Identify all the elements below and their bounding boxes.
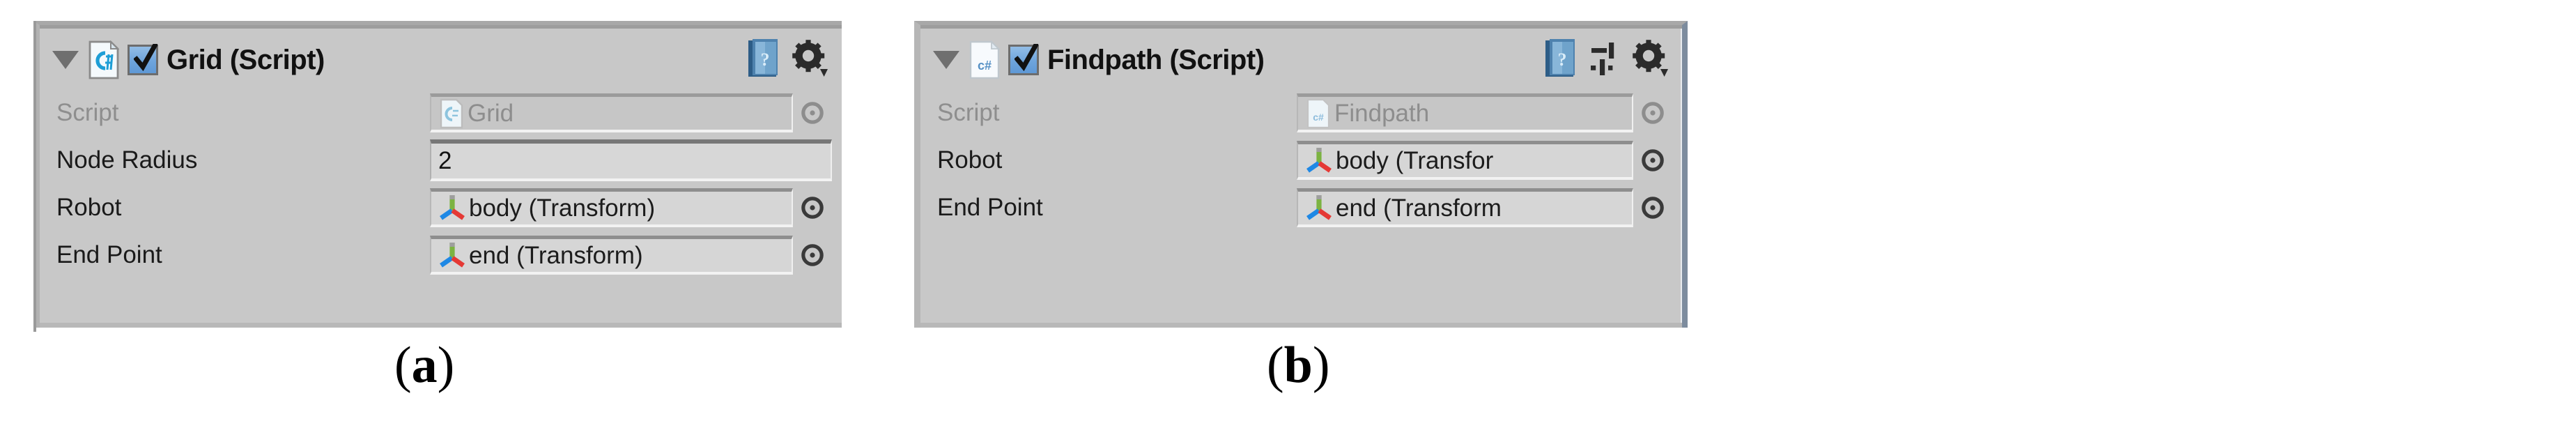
object-picker-button[interactable] [793, 243, 832, 267]
object-field-value: Findpath [1334, 99, 1430, 127]
object-picker-button[interactable] [793, 196, 832, 220]
property-label: Robot [937, 146, 1003, 174]
inspector-component-findpath: c# Findpath (Script) ? Script c# Findpat… [914, 21, 1688, 328]
object-picker-button[interactable] [1633, 101, 1672, 125]
panel-bottom-divider [920, 323, 1682, 328]
help-book-icon[interactable]: ? [1541, 38, 1578, 79]
help-book-icon[interactable]: ? [744, 38, 780, 79]
svg-text:c#: c# [978, 59, 992, 72]
property-field-area: end (Transform [1297, 187, 1672, 229]
figure-caption-a: (a) [394, 336, 454, 395]
csharp-script-icon: c# [969, 40, 1000, 79]
component-header-findpath[interactable]: c# Findpath (Script) ? [920, 25, 1682, 89]
object-field-script[interactable]: Grid [430, 93, 793, 132]
object-picker-button[interactable] [1633, 148, 1672, 172]
csharp-script-icon [88, 40, 119, 79]
foldout-triangle-icon[interactable] [933, 51, 959, 69]
figure-panels-row: Grid (Script) ? Script Grid Node Radius … [0, 0, 2576, 428]
property-label: End Point [56, 241, 162, 268]
object-field-end-point[interactable]: end (Transform [1297, 188, 1633, 227]
node-radius-value: 2 [438, 147, 452, 174]
component-title: Findpath (Script) [1047, 44, 1265, 75]
transform-gizmo-icon [437, 194, 468, 223]
component-title: Grid (Script) [167, 44, 325, 75]
component-enabled-checkbox[interactable] [1008, 44, 1039, 75]
property-row-node-radius: Node Radius 2 [40, 137, 842, 184]
figure-caption-b: (b) [1267, 336, 1329, 395]
svg-text:?: ? [761, 49, 770, 70]
component-header-grid[interactable]: Grid (Script) ? [40, 25, 842, 89]
property-field-area: Grid [430, 92, 832, 134]
svg-text:?: ? [1558, 49, 1567, 70]
node-radius-input[interactable]: 2 [430, 139, 832, 181]
object-picker-button[interactable] [1633, 196, 1672, 220]
object-field-script[interactable]: c# Findpath [1297, 93, 1633, 132]
object-field-value: body (Transform) [469, 194, 656, 222]
object-field-value: end (Transform) [469, 241, 643, 269]
property-field-area: body (Transform) [430, 187, 832, 229]
property-label: Robot [56, 194, 122, 221]
property-field-area: 2 [430, 139, 832, 181]
object-field-end-point[interactable]: end (Transform) [430, 236, 793, 275]
object-field-robot[interactable]: body (Transfor [1297, 141, 1633, 180]
property-row-script: Script c# Findpath [920, 89, 1682, 137]
inspector-component-grid: Grid (Script) ? Script Grid Node Radius … [33, 21, 842, 332]
transform-gizmo-icon [1304, 194, 1334, 223]
object-field-value: end (Transform [1336, 194, 1502, 222]
property-label: End Point [937, 194, 1043, 221]
csharp-script-icon [440, 98, 463, 129]
component-settings-gear-icon[interactable] [1632, 39, 1669, 78]
panel-bottom-divider [40, 323, 842, 328]
object-field-robot[interactable]: body (Transform) [430, 188, 793, 227]
property-row-end-point: End Point end (Transform) [40, 231, 842, 279]
caption-letter: b [1283, 337, 1313, 394]
transform-gizmo-icon [437, 241, 468, 270]
property-field-area: end (Transform) [430, 234, 832, 276]
property-label: Script [937, 99, 1000, 126]
property-row-end-point: End Point end (Transform [920, 184, 1682, 231]
panel-findpath-wrapper: c# Findpath (Script) ? Script c# Findpat… [914, 21, 1688, 328]
component-settings-gear-icon[interactable] [792, 39, 829, 78]
caption-paren-open: ( [394, 337, 412, 394]
property-field-area: body (Transfor [1297, 139, 1672, 181]
preset-sliders-icon[interactable] [1589, 40, 1621, 77]
object-field-value: Grid [468, 99, 514, 127]
object-picker-button[interactable] [793, 101, 832, 125]
object-field-value: body (Transfor [1336, 146, 1494, 174]
caption-paren-open: ( [1267, 337, 1284, 394]
foldout-triangle-icon[interactable] [52, 51, 79, 69]
property-label: Script [56, 99, 119, 126]
svg-text:c#: c# [1313, 112, 1324, 123]
header-actions-group: ? [744, 38, 829, 79]
caption-paren-close: ) [1312, 337, 1330, 394]
property-row-script: Script Grid [40, 89, 842, 137]
caption-paren-close: ) [437, 337, 455, 394]
property-label: Node Radius [56, 146, 198, 174]
property-row-robot: Robot body (Transfor [920, 137, 1682, 184]
panel-grid-wrapper: Grid (Script) ? Script Grid Node Radius … [33, 21, 842, 332]
header-actions-group: ? [1541, 38, 1669, 79]
caption-letter: a [411, 337, 438, 394]
component-enabled-checkbox[interactable] [128, 44, 158, 75]
property-row-robot: Robot body (Transform) [40, 184, 842, 231]
csharp-script-icon: c# [1306, 98, 1330, 129]
property-field-area: c# Findpath [1297, 92, 1672, 134]
transform-gizmo-icon [1304, 146, 1334, 176]
